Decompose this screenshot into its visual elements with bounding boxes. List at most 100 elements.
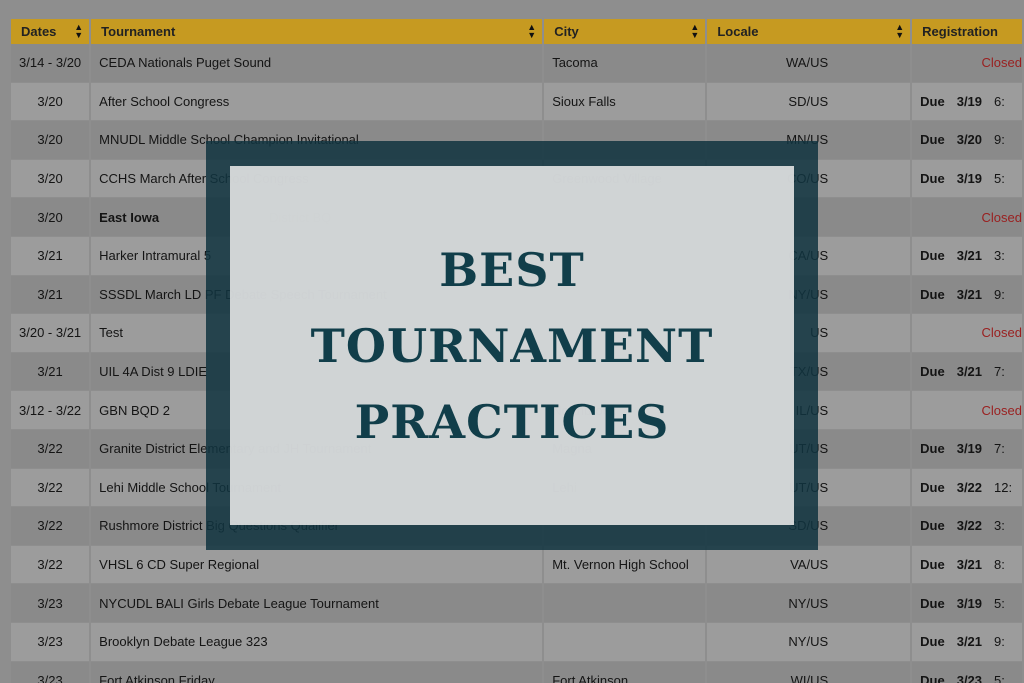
due-time: 12:: [994, 479, 1013, 495]
tournament-name[interactable]: After School Congress: [99, 94, 229, 109]
registration-cell: Due 3/19 7:: [912, 429, 1022, 469]
dates-cell: 3/23: [11, 622, 90, 662]
tournament-name[interactable]: Fort Atkinson Friday: [99, 673, 215, 683]
city-cell: Tacoma: [544, 44, 706, 83]
registration-cell: Closed: [912, 314, 1022, 353]
tournament-cell: VHSL 6 CD Super Regional: [91, 545, 543, 585]
tournament-name[interactable]: Test: [99, 325, 123, 340]
column-header-locale[interactable]: Locale ▲ ▼: [707, 19, 911, 44]
registration-cell: Due 3/19 5:: [912, 584, 1022, 623]
registration-cell: Closed: [912, 198, 1022, 237]
dates-cell: 3/20: [11, 159, 90, 199]
dates-cell: 3/22: [11, 468, 90, 508]
locale-cell: WA/US: [707, 44, 911, 83]
table-row[interactable]: 3/14 - 3/20 CEDA Nationals Puget Sound Tac…: [11, 44, 1022, 83]
due-time: 9:: [994, 286, 1005, 302]
dates-cell: 3/20: [11, 82, 90, 122]
due-time: 5:: [994, 171, 1005, 187]
due-time: 7:: [994, 441, 1005, 457]
tournament-name[interactable]: VHSL 6 CD Super Regional: [99, 557, 259, 572]
registration-cell: Due 3/22 12:: [912, 468, 1022, 508]
due-label: Due: [920, 557, 945, 573]
registration-cell: Closed: [912, 44, 1022, 83]
due-label: Due: [920, 672, 945, 683]
due-time: 5:: [994, 595, 1005, 611]
due-label: Due: [920, 595, 945, 611]
tournament-name[interactable]: UIL 4A Dist 9 LDIE: [99, 364, 207, 379]
dates-cell: 3/22: [11, 507, 90, 546]
tournament-name[interactable]: CEDA Nationals Puget Sound: [99, 55, 271, 70]
tournament-name[interactable]: Brooklyn Debate League 323: [99, 634, 267, 649]
city-cell: Sioux Falls: [544, 82, 706, 122]
due-label: Due: [920, 286, 945, 302]
table-row[interactable]: 3/23 NYCUDL BALI Girls Debate League Tour…: [11, 584, 1022, 623]
due-label: Due: [920, 518, 945, 534]
due-label: Due: [920, 93, 945, 109]
locale-cell: NY/US: [707, 584, 911, 623]
registration-cell: Due 3/22 3:: [912, 507, 1022, 546]
sort-icon[interactable]: ▲ ▼: [895, 23, 904, 40]
registration-cell: Due 3/21 9:: [912, 622, 1022, 662]
headline-line-2: TOURNAMENT: [310, 318, 714, 373]
table-row[interactable]: 3/23 Brooklyn Debate League 323 NY/US Due 3/…: [11, 622, 1022, 662]
dates-cell: 3/20: [11, 121, 90, 160]
due-date: 3/21: [956, 557, 983, 573]
dates-cell: 3/12 - 3/22: [11, 391, 90, 430]
dates-cell: 3/21: [11, 275, 90, 315]
locale-cell: NY/US: [707, 622, 911, 662]
registration-cell: Due 3/19 6:: [912, 82, 1022, 122]
due-date: 3/21: [956, 248, 983, 264]
city-cell: [544, 622, 706, 662]
tournament-name[interactable]: Harker Intramural 5: [99, 248, 211, 263]
tournament-cell: CEDA Nationals Puget Sound: [91, 44, 543, 83]
column-header-registration[interactable]: Registration: [912, 19, 1022, 44]
sort-icon[interactable]: ▲ ▼: [527, 23, 536, 40]
due-time: 9:: [994, 634, 1005, 650]
table-header-row: Dates ▲ ▼ Tournament ▲ ▼ City ▲ ▼ Locale ▲ ▼ Reg…: [11, 19, 1022, 44]
column-header-city[interactable]: City ▲ ▼: [544, 19, 706, 44]
registration-status: Closed: [981, 402, 1022, 418]
due-date: 3/19: [956, 93, 983, 109]
sort-icon[interactable]: ▲ ▼: [74, 23, 83, 40]
registration-cell: Due 3/21 7:: [912, 352, 1022, 392]
sort-icon[interactable]: ▲ ▼: [690, 23, 699, 40]
due-time: 8:: [994, 557, 1005, 573]
due-date: 3/21: [956, 634, 983, 650]
due-time: 7:: [994, 364, 1005, 380]
table-row[interactable]: 3/20 After School Congress Sioux Falls SD/U…: [11, 82, 1022, 122]
due-date: 3/22: [956, 518, 983, 534]
tournament-cell: Fort Atkinson Friday: [91, 661, 543, 683]
registration-status: Closed: [981, 325, 1022, 341]
dates-cell: 3/21: [11, 236, 90, 276]
registration-cell: Due 3/20 9:: [912, 121, 1022, 160]
due-date: 3/22: [956, 479, 983, 495]
tournament-name[interactable]: GBN BQD 2: [99, 403, 170, 418]
registration-status: Closed: [981, 55, 1022, 71]
due-date: 3/21: [956, 364, 983, 380]
due-time: 3:: [994, 248, 1005, 264]
due-time: 9:: [994, 132, 1005, 148]
due-time: 3:: [994, 518, 1005, 534]
table-row[interactable]: 3/23 Fort Atkinson Friday Fort Atkinson WI/…: [11, 661, 1022, 683]
dates-cell: 3/20 - 3/21: [11, 314, 90, 353]
promo-overlay-frame: BEST TOURNAMENT PRACTICES: [206, 141, 818, 550]
due-label: Due: [920, 441, 945, 457]
due-date: 3/19: [956, 441, 983, 457]
due-date: 3/20: [956, 132, 983, 148]
registration-cell: Due 3/21 9:: [912, 275, 1022, 315]
registration-cell: Due 3/21 3:: [912, 236, 1022, 276]
locale-cell: VA/US: [707, 545, 911, 585]
dates-cell: 3/14 - 3/20: [11, 44, 90, 83]
column-header-tournament[interactable]: Tournament ▲ ▼: [91, 19, 543, 44]
tournament-name[interactable]: East Iowa: [99, 210, 159, 225]
column-header-dates[interactable]: Dates ▲ ▼: [11, 19, 90, 44]
locale-cell: SD/US: [707, 82, 911, 122]
tournament-name[interactable]: NYCUDL BALI Girls Debate League Tourname…: [99, 596, 379, 611]
due-label: Due: [920, 634, 945, 650]
table-row[interactable]: 3/22 VHSL 6 CD Super Regional Mt. Vernon H…: [11, 545, 1022, 585]
due-label: Due: [920, 364, 945, 380]
registration-status: Closed: [981, 209, 1022, 225]
due-time: 6:: [994, 93, 1005, 109]
due-date: 3/23: [956, 672, 983, 683]
due-date: 3/19: [956, 595, 983, 611]
